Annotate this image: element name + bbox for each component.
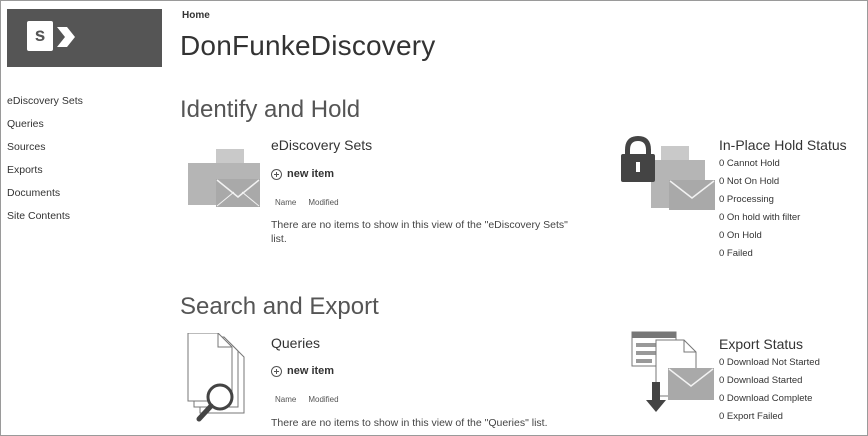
section-title-search-export: Search and Export [180,293,379,320]
status-cannot-hold: 0 Cannot Hold [719,158,780,169]
export-status-icon [631,331,714,412]
queries-column-headers: Name Modified [275,395,351,404]
breadcrumb-home[interactable]: Home [182,10,210,21]
status-on-hold: 0 On Hold [719,230,762,241]
nav-item-ediscovery-sets[interactable]: eDiscovery Sets [7,94,83,117]
queries-empty-message: There are no items to show in this view … [271,417,548,429]
hold-status-list: 0 Cannot Hold 0 Not On Hold 0 Processing… [719,157,800,265]
quick-launch: eDiscovery Sets Queries Sources Exports … [7,94,83,232]
nav-item-site-contents[interactable]: Site Contents [7,209,83,232]
ediscovery-sets-title[interactable]: eDiscovery Sets [271,137,372,153]
ediscovery-new-item-button[interactable]: new item [271,168,334,180]
status-failed: 0 Failed [719,248,753,259]
queries-new-item-button[interactable]: new item [271,365,334,377]
column-modified[interactable]: Modified [308,198,338,207]
status-not-on-hold: 0 Not On Hold [719,176,780,187]
ediscovery-folder-icon [188,149,260,207]
empty-message-line-1: There are no items to show in this view … [271,219,568,231]
column-name[interactable]: Name [275,198,296,207]
queries-title[interactable]: Queries [271,335,320,351]
logo-arrow-icon [57,27,75,47]
add-icon [271,168,282,180]
status-on-hold-with-filter: 0 On hold with filter [719,212,801,223]
status-download-started: 0 Download Started [719,375,803,386]
status-processing: 0 Processing [719,194,774,205]
queries-search-icon [187,333,245,422]
section-title-identify-hold: Identify and Hold [180,96,361,123]
nav-item-queries[interactable]: Queries [7,117,83,140]
site-title: DonFunkeDiscovery [180,30,436,61]
empty-message-line-2: list. [271,233,287,245]
status-export-failed: 0 Export Failed [719,411,783,422]
new-item-label: new item [287,168,335,180]
column-modified[interactable]: Modified [308,395,338,404]
status-download-not-started: 0 Download Not Started [719,357,820,368]
nav-item-exports[interactable]: Exports [7,163,83,186]
status-download-complete: 0 Download Complete [719,393,813,404]
sharepoint-logo[interactable]: s [7,9,162,67]
export-status-list: 0 Download Not Started 0 Download Starte… [719,356,820,428]
nav-item-sources[interactable]: Sources [7,140,83,163]
logo-letter: s [34,25,46,46]
add-icon [271,365,282,377]
column-name[interactable]: Name [275,395,296,404]
ediscovery-empty-message: There are no items to show in this view … [271,218,621,246]
hold-lock-icon [621,136,715,210]
nav-item-documents[interactable]: Documents [7,186,83,209]
in-place-hold-status-title: In-Place Hold Status [719,137,847,153]
ediscovery-column-headers: Name Modified [275,198,351,207]
new-item-label: new item [287,365,335,377]
export-status-title: Export Status [719,336,804,352]
